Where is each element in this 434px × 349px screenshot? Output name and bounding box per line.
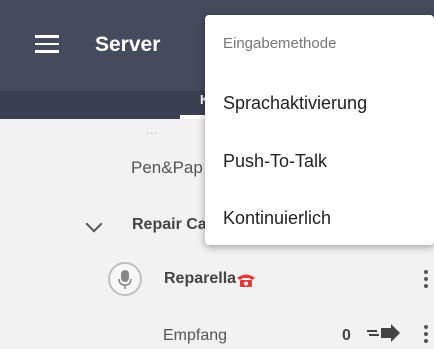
channel-pen-pap[interactable]: Pen&Pap <box>131 158 203 178</box>
phone-icon <box>236 272 256 288</box>
page-title: Server <box>95 33 161 56</box>
channel-repair[interactable]: Repair Ca <box>132 216 207 234</box>
more-vert-icon[interactable] <box>423 270 429 292</box>
right-arrow-icon[interactable] <box>365 322 401 344</box>
menu-item-sprachaktivierung[interactable]: Sprachaktivierung <box>223 93 367 114</box>
hamburger-menu-icon[interactable] <box>35 35 59 53</box>
more-vert-icon[interactable] <box>423 325 429 347</box>
microphone-icon[interactable] <box>108 262 142 296</box>
menu-item-push-to-talk[interactable]: Push-To-Talk <box>223 151 327 172</box>
list-item-partial: ... <box>146 121 158 137</box>
menu-header: Eingabemethode <box>223 35 337 52</box>
user-name[interactable]: Reparella <box>164 270 236 288</box>
menu-item-kontinuierlich[interactable]: Kontinuierlich <box>223 208 331 229</box>
empfang-label: Empfang <box>163 327 228 344</box>
input-method-menu: Eingabemethode Sprachaktivierung Push-To… <box>205 15 434 245</box>
empfang-count: 0 <box>342 327 351 344</box>
